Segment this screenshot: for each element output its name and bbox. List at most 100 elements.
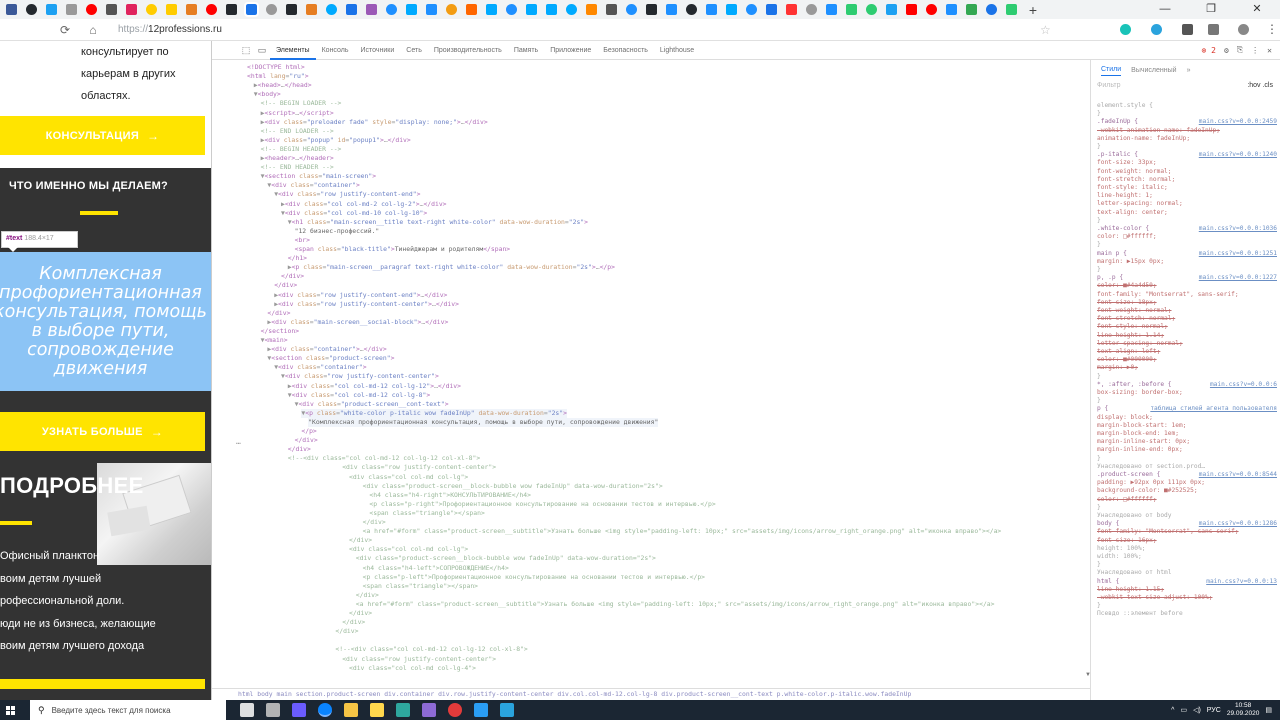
inspect-icon[interactable]: ⬚ [238, 45, 254, 56]
browser-tab[interactable] [946, 4, 957, 15]
browser-tab[interactable] [826, 4, 837, 15]
browser-tab[interactable] [306, 4, 317, 15]
dom-node[interactable]: <!-- END LOADER --> [261, 127, 334, 136]
dom-node[interactable]: ▶<p class="main-screen__paragraf text-ri… [288, 263, 615, 272]
maximize-button[interactable]: ❐ [1188, 0, 1234, 19]
dom-node-selected[interactable]: "Комплексная профориентационная консульт… [308, 417, 659, 427]
dom-node[interactable]: <span class="black-title">Тинейджерам и … [295, 245, 511, 254]
tray-chevron-icon[interactable]: ^ [1171, 707, 1174, 714]
taskbar-app-icon[interactable] [292, 703, 306, 717]
dom-node[interactable]: ▶<div class="row justify-content-end">…<… [274, 291, 447, 300]
style-rule-line[interactable]: font-weight: normal; [1097, 307, 1277, 315]
taskbar-app-icon[interactable] [266, 703, 280, 717]
dom-node[interactable]: </div> [267, 309, 290, 318]
style-rule-line[interactable]: font-style: italic; [1097, 184, 1277, 192]
dom-node[interactable]: <!DOCTYPE html> [247, 63, 305, 72]
devtools-tab[interactable]: Безопасность [597, 41, 654, 60]
dom-node[interactable]: <div class="col col-md col-lg"> [349, 545, 468, 554]
more-tabs-icon[interactable]: » [1187, 67, 1191, 75]
dom-node[interactable]: </p> [301, 427, 316, 436]
browser-tab[interactable] [466, 4, 477, 15]
taskbar-app-icon[interactable] [318, 703, 332, 717]
browser-tab[interactable] [866, 4, 877, 15]
taskbar-app-icon[interactable] [500, 703, 514, 717]
browser-tab[interactable] [446, 4, 457, 15]
taskbar-app-icon[interactable] [448, 703, 462, 717]
style-rule-line[interactable]: margin-inline-end: 0px; [1097, 446, 1277, 454]
style-rule-line[interactable]: } [1097, 266, 1277, 274]
style-rule-line[interactable]: font-stretch: normal; [1097, 315, 1277, 323]
style-rule-line[interactable]: font-weight: normal; [1097, 168, 1277, 176]
scroll-down-icon[interactable]: ▼ [1085, 672, 1091, 678]
taskbar-app-icon[interactable] [422, 703, 436, 717]
dom-node[interactable]: ▶<div class="popup" id="popup1">…</div> [261, 136, 411, 145]
style-rule-line[interactable]: Унаследовано от html [1097, 569, 1277, 577]
dom-node[interactable]: <h4 class="h4-left">СОПРОВОЖДЕНИЕ</h4> [363, 564, 509, 573]
style-rule-line[interactable]: *, :after, :before {main.css?v=0.0.0:6 [1097, 381, 1277, 389]
minimize-button[interactable]: — [1142, 0, 1188, 19]
devtools-tab[interactable]: Производительность [428, 41, 508, 60]
style-rule-line[interactable]: color: □#ffffff; [1097, 233, 1277, 241]
browser-tab[interactable] [166, 4, 177, 15]
browser-tab[interactable] [726, 4, 737, 15]
dom-node[interactable]: </div> [349, 609, 372, 618]
browser-tab[interactable] [244, 2, 259, 17]
taskbar-app-icon[interactable] [396, 703, 410, 717]
dom-node[interactable]: <div class="product-screen__block-bubble… [356, 554, 656, 563]
dom-node[interactable]: ▼<div class="col col-md-12 col-lg-8"> [288, 391, 430, 400]
style-rule-line[interactable]: font-style: normal; [1097, 323, 1277, 331]
devtools-tab[interactable]: Сеть [400, 41, 428, 60]
hov-cls-toggle[interactable]: :hov .cls [1247, 82, 1273, 90]
dom-node[interactable]: </div> [274, 281, 297, 290]
dom-node[interactable]: ▼<section class="main-screen"> [261, 172, 377, 181]
dom-node[interactable]: ▼<section class="product-screen"> [267, 354, 394, 363]
styles-filter[interactable]: Фильтр :hov .cls [1091, 78, 1280, 94]
style-rule-line[interactable]: margin: ▶15px 0px; [1097, 258, 1277, 266]
dom-node[interactable]: ▶<div class="col col-md-2 col-lg-2">…</d… [281, 200, 447, 209]
style-source-link[interactable]: main.css?v=0.0.0:1227 [1199, 274, 1277, 282]
style-rule-line[interactable]: .fadeInUp {main.css?v=0.0.0:2459 [1097, 118, 1277, 126]
devtools-menu-icon[interactable]: ⋮ [1251, 46, 1259, 55]
style-rule-line[interactable]: .p-italic {main.css?v=0.0.0:1240 [1097, 151, 1277, 159]
dom-node[interactable]: <div class="col col-md col-lg-4"> [349, 664, 476, 673]
style-rule-line[interactable]: margin-inline-start: 0px; [1097, 438, 1277, 446]
devtools-tab[interactable]: Элементы [270, 41, 316, 60]
browser-tab[interactable] [326, 4, 337, 15]
browser-tab[interactable] [26, 4, 37, 15]
dom-node[interactable]: </div> [342, 618, 365, 627]
extension-icon[interactable] [1208, 24, 1219, 35]
dom-node[interactable]: "12 бизнес-профессий." [295, 227, 380, 236]
devtools-tab[interactable]: Источники [354, 41, 400, 60]
feedback-icon[interactable]: ⎘ [1237, 45, 1243, 55]
dom-node[interactable]: ▶<div class="main-screen__social-block">… [267, 318, 448, 327]
dom-node[interactable]: ▶<script>…</script> [261, 109, 334, 118]
volume-icon[interactable]: ◁) [1193, 706, 1201, 714]
style-rule-line[interactable]: font-family: "Montserrat", sans-serif; [1097, 528, 1277, 536]
dom-node[interactable]: <!-- BEGIN LOADER --> [261, 99, 342, 108]
taskbar-app-icon[interactable] [474, 703, 488, 717]
start-button[interactable] [0, 700, 20, 720]
devtools-tab[interactable]: Lighthouse [654, 41, 700, 60]
browser-tab[interactable] [266, 4, 277, 15]
style-source-link[interactable]: main.css?v=0.0.0:2459 [1199, 118, 1277, 126]
notifications-icon[interactable]: ▤ [1265, 706, 1272, 714]
style-rule-line[interactable]: margin: ▶0; [1097, 364, 1277, 372]
style-rule-line[interactable]: } [1097, 217, 1277, 225]
dom-node[interactable]: </div> [363, 518, 386, 527]
style-rule-line[interactable]: p {таблица стилей агента пользователя [1097, 405, 1277, 413]
style-rule-line[interactable]: color: □#ffffff; [1097, 496, 1277, 504]
browser-tab[interactable] [486, 4, 497, 15]
reload-icon[interactable]: ⟳ [54, 23, 76, 37]
browser-tab[interactable] [126, 4, 137, 15]
dom-node[interactable]: ▶<div class="container">…</div> [267, 345, 386, 354]
browser-tab[interactable] [766, 4, 777, 15]
browser-tab[interactable] [686, 4, 697, 15]
dom-node[interactable]: <div class="col col-md col-lg"> [349, 473, 468, 482]
browser-tab[interactable] [786, 4, 797, 15]
style-rule-line[interactable]: font-stretch: normal; [1097, 176, 1277, 184]
browser-tab[interactable] [566, 4, 577, 15]
network-icon[interactable]: ▭ [1180, 706, 1187, 714]
style-rule-line[interactable]: } [1097, 561, 1277, 569]
dom-node[interactable]: ▼<main> [261, 336, 288, 345]
style-rule-line[interactable]: line-height: 1.14; [1097, 332, 1277, 340]
